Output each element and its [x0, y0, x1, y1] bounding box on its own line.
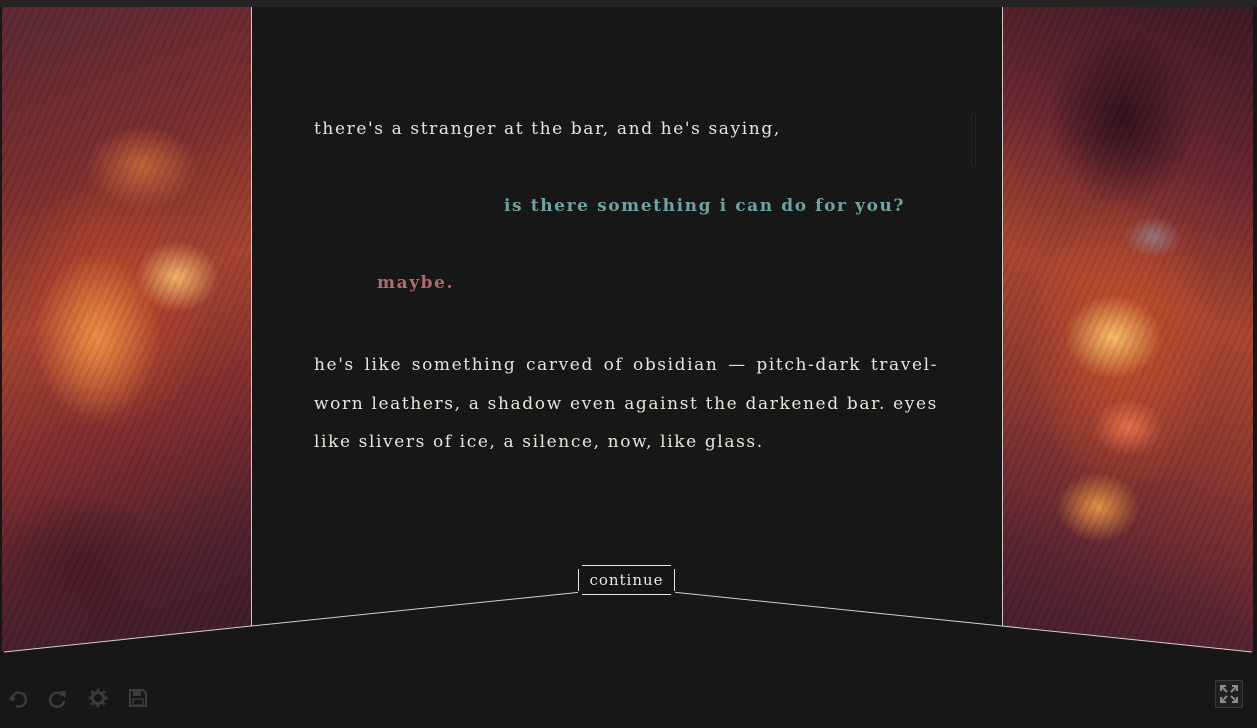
redo-icon[interactable] — [47, 688, 67, 708]
top-frame-border — [0, 0, 1257, 7]
narration-paragraph: he's like something carved of obsidian —… — [314, 355, 938, 452]
fullscreen-button[interactable] — [1215, 680, 1243, 708]
continue-label: continue — [589, 571, 664, 589]
narration-line: there's a stranger at the bar, and he's … — [314, 119, 781, 139]
fullscreen-icon — [1220, 685, 1238, 703]
stranger-dialogue: is there something i can do for you? — [504, 196, 906, 216]
portrait-left — [2, 7, 251, 652]
divider-left — [251, 7, 252, 626]
portrait-right — [1003, 7, 1253, 652]
settings-icon[interactable] — [88, 688, 108, 708]
player-dialogue: maybe. — [377, 273, 455, 293]
undo-icon[interactable] — [8, 688, 28, 708]
button-corner — [578, 565, 582, 569]
button-corner — [671, 565, 675, 569]
button-corner — [671, 591, 675, 595]
continue-button[interactable]: continue — [578, 565, 675, 595]
scrollbar[interactable] — [971, 114, 976, 166]
divider-right — [1002, 7, 1003, 626]
save-icon[interactable] — [128, 688, 148, 708]
button-corner — [578, 591, 582, 595]
